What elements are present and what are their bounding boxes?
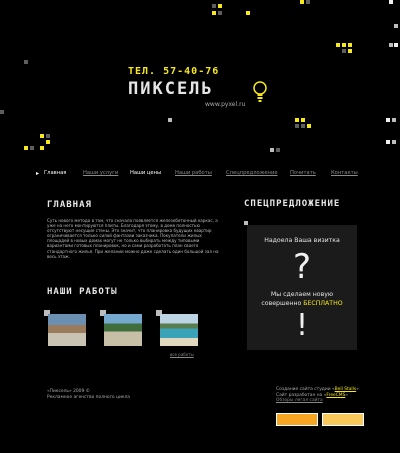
brand-logo[interactable]: ПИКСЕЛЬ xyxy=(128,79,214,99)
all-works-link[interactable]: все работы xyxy=(170,352,194,357)
work-thumbnail-3[interactable] xyxy=(160,314,198,346)
agency-tagline: Рекламное агенство полного цикла xyxy=(47,395,130,400)
nav-item-works[interactable]: Наши работы xyxy=(175,170,212,176)
nav-item-contacts[interactable]: Контакты xyxy=(331,170,358,176)
special-line-1: Мы сделаем новую xyxy=(270,291,334,298)
special-free-highlight: БЕСПЛАТНО xyxy=(303,300,343,307)
nav-item-prices[interactable]: Наши цены xyxy=(130,170,161,176)
nav-item-read[interactable]: Почитать xyxy=(290,170,316,176)
nav-active-bullet-icon: ▸ xyxy=(36,170,40,177)
works-heading: НАШИ РАБОТЫ xyxy=(47,287,118,297)
review-link[interactable]: Обзоры легал сайта xyxy=(276,398,359,404)
question-mark: ? xyxy=(292,247,312,287)
work-thumbnail-1[interactable] xyxy=(48,314,86,346)
exclamation-mark: ! xyxy=(295,308,309,343)
footer-left: «Пиксель» 2009 © Рекламное агенство полн… xyxy=(47,389,130,401)
special-line-2: совершенно БЕСПЛАТНО xyxy=(247,300,357,307)
main-heading: ГЛАВНАЯ xyxy=(47,200,92,210)
cms-credit-suffix: » xyxy=(345,392,349,398)
nav-item-home[interactable]: Главная xyxy=(44,170,66,176)
counter-badge-1[interactable] xyxy=(276,413,318,426)
lightbulb-icon xyxy=(253,81,267,102)
cms-link[interactable]: FreeCMS xyxy=(326,393,345,398)
special-box-title: Надоела Ваша визитка xyxy=(264,237,340,244)
phone-number: ТЕЛ. 57-40-76 xyxy=(128,66,220,77)
site-url: www.pyxel.ru xyxy=(205,101,246,108)
work-thumbnail-2[interactable] xyxy=(104,314,142,346)
studio-credit-prefix: Создание сайта студии « xyxy=(276,387,335,392)
studio-link[interactable]: Bell Stalls xyxy=(335,387,356,392)
special-line-2-prefix: совершенно xyxy=(261,300,304,307)
special-heading: СПЕЦПРЕДЛОЖЕНИЕ xyxy=(244,199,341,209)
counter-badge-2[interactable] xyxy=(322,413,364,426)
special-offer-box[interactable]: Надоела Ваша визитка ? Мы сделаем новую … xyxy=(247,225,357,350)
main-body-text: Суть нового метода в том, что сначала по… xyxy=(47,218,219,259)
footer-right: Создание сайта студии «Bell Stalls» Сайт… xyxy=(276,387,359,404)
nav-item-services[interactable]: Наши услуги xyxy=(83,170,118,176)
studio-credit-suffix: » xyxy=(356,387,359,392)
cms-credit-prefix: Сайт разработан на « xyxy=(276,392,327,398)
main-nav: ▸ Главная Наши услуги Наши цены Наши раб… xyxy=(36,170,366,180)
nav-item-special[interactable]: Спецпредложение xyxy=(226,170,278,176)
